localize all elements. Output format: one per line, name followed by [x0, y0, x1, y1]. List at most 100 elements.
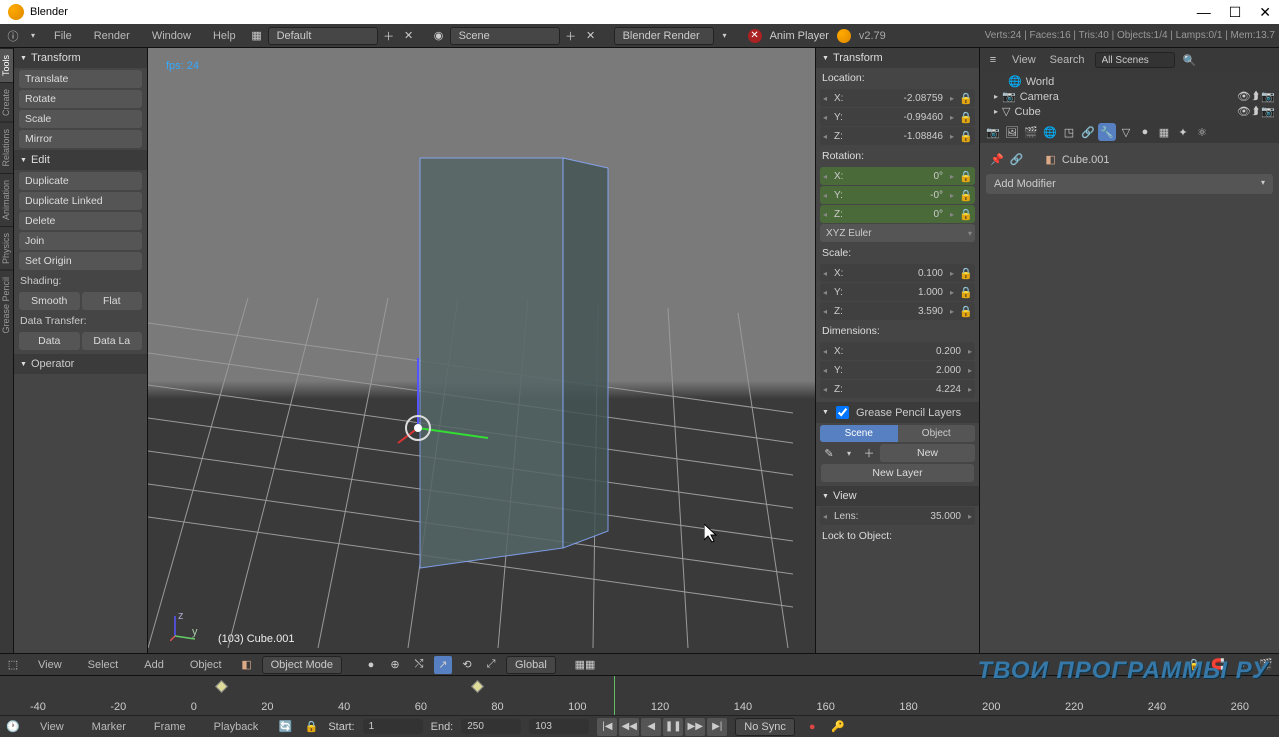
jump-end-button[interactable]: ▶| — [707, 718, 727, 736]
rotate-gizmo-icon[interactable]: ⟲ — [458, 656, 476, 674]
view-header[interactable]: View — [816, 486, 979, 506]
tl-frame[interactable]: Frame — [144, 718, 196, 736]
next-keyframe-button[interactable]: ▶▶ — [685, 718, 705, 736]
eye-icon[interactable]: 👁 — [1237, 90, 1251, 103]
add-layout-button[interactable]: ＋ — [380, 27, 398, 45]
tab-grease-pencil[interactable]: Grease Pencil — [0, 270, 13, 340]
minimize-button[interactable]: — — [1197, 4, 1211, 21]
menu-file[interactable]: File — [44, 27, 82, 45]
scene-selector[interactable]: Scene — [450, 27, 560, 45]
translate-button[interactable]: Translate — [19, 70, 142, 88]
scale-button[interactable]: Scale — [19, 110, 142, 128]
anim-player-stop-button[interactable]: ✕ — [748, 29, 762, 43]
constraints-tab-icon[interactable]: 🔗 — [1079, 123, 1097, 141]
loc-x-field[interactable]: ◂X:-2.08759▸🔒 — [820, 89, 975, 107]
scene-tab-icon[interactable]: 🎬 — [1022, 123, 1040, 141]
scale-z-field[interactable]: ◂Z:3.590▸🔒 — [820, 302, 975, 320]
outliner-cube[interactable]: ▸▽Cube 👁⮭📷 — [980, 104, 1279, 119]
tab-animation[interactable]: Animation — [0, 173, 13, 226]
eye-icon[interactable]: 👁 — [1237, 105, 1251, 118]
prev-keyframe-button[interactable]: ◀◀ — [619, 718, 639, 736]
rotate-button[interactable]: Rotate — [19, 90, 142, 108]
render-engine[interactable]: Blender Render — [614, 27, 714, 45]
edit-panel-header[interactable]: Edit — [14, 150, 147, 170]
chevron-down-icon[interactable]: ▾ — [840, 444, 858, 462]
tl-marker[interactable]: Marker — [82, 718, 136, 736]
add-scene-button[interactable]: ＋ — [562, 27, 580, 45]
outliner-search[interactable]: Search — [1046, 52, 1089, 68]
smooth-button[interactable]: Smooth — [19, 292, 80, 310]
close-button[interactable]: ✕ — [1259, 4, 1271, 21]
current-frame-field[interactable] — [529, 719, 589, 734]
operator-panel-header[interactable]: Operator — [14, 354, 147, 374]
3d-viewport[interactable]: fps: 24 — [148, 48, 815, 653]
shading-sphere-icon[interactable]: ● — [362, 656, 380, 674]
new-layer-button[interactable]: New Layer — [821, 464, 974, 482]
sync-mode[interactable]: No Sync — [735, 718, 795, 736]
menu-window[interactable]: Window — [142, 27, 201, 45]
menu-help[interactable]: Help — [203, 27, 246, 45]
data-button[interactable]: Data — [19, 332, 80, 350]
delete-scene-button[interactable]: ✕ — [582, 27, 600, 45]
search-icon[interactable]: 🔍 — [1181, 51, 1199, 69]
keyframe-icon[interactable]: 🔒 — [958, 90, 974, 106]
join-button[interactable]: Join — [19, 232, 142, 250]
render-icon[interactable]: 📷 — [1261, 105, 1275, 118]
rot-mode-select[interactable]: XYZ Euler▾ — [820, 224, 975, 242]
render-icon[interactable]: 📷 — [1261, 90, 1275, 103]
data-layout-button[interactable]: Data La — [82, 332, 143, 350]
orientation-selector[interactable]: Global — [506, 656, 556, 674]
render-layers-tab-icon[interactable]: 🖼 — [1003, 123, 1021, 141]
refresh-icon[interactable]: 🔄 — [276, 718, 294, 736]
plus-icon[interactable]: ＋ — [860, 444, 878, 462]
tab-tools[interactable]: Tools — [0, 48, 13, 82]
view3d-type-icon[interactable]: ⬚ — [4, 656, 22, 674]
keying-set-icon[interactable]: 🔑 — [829, 718, 847, 736]
lock-icon[interactable]: 🔒 — [302, 718, 320, 736]
loc-y-field[interactable]: ◂Y:-0.99460▸🔒 — [820, 108, 975, 126]
object-tab-icon[interactable]: ◳ — [1060, 123, 1078, 141]
editor-type-icon[interactable]: ⓘ — [4, 27, 22, 45]
delete-layout-button[interactable]: ✕ — [400, 27, 418, 45]
pencil-icon[interactable]: ✎ — [820, 444, 838, 462]
scene-icon[interactable]: ◉ — [430, 27, 448, 45]
set-origin-button[interactable]: Set Origin — [19, 252, 142, 270]
duplicate-linked-button[interactable]: Duplicate Linked — [19, 192, 142, 210]
texture-tab-icon[interactable]: ▦ — [1155, 123, 1173, 141]
rot-z-field[interactable]: ◂Z:0°▸🔒 — [820, 205, 975, 223]
layers-widget-icon[interactable]: ▦▦ — [576, 656, 594, 674]
outliner-filter[interactable] — [1095, 52, 1175, 68]
dim-z-field[interactable]: ◂Z:4.224▸ — [820, 380, 975, 398]
editor-type-chevron-icon[interactable]: ▾ — [24, 27, 42, 45]
rot-y-field[interactable]: ◂Y:-0°▸🔒 — [820, 186, 975, 204]
world-tab-icon[interactable]: 🌐 — [1041, 123, 1059, 141]
new-gp-button[interactable]: New — [880, 444, 975, 462]
tab-relations[interactable]: Relations — [0, 122, 13, 173]
translate-gizmo-icon[interactable]: ↗ — [434, 656, 452, 674]
pause-button[interactable]: ❚❚ — [663, 718, 683, 736]
end-frame-field[interactable] — [461, 719, 521, 734]
manipulator-toggle-icon[interactable]: ⤭ — [410, 656, 428, 674]
lens-field[interactable]: ◂Lens:35.000▸ — [820, 507, 975, 525]
autokey-icon[interactable]: ● — [803, 718, 821, 736]
gp-scene-tab[interactable]: Scene — [820, 425, 898, 442]
tl-playback[interactable]: Playback — [204, 718, 269, 736]
play-reverse-button[interactable]: ◀ — [641, 718, 661, 736]
maximize-button[interactable]: ☐ — [1229, 4, 1242, 21]
pivot-icon[interactable]: ⊕ — [386, 656, 404, 674]
grease-pencil-header[interactable]: Grease Pencil Layers — [816, 402, 979, 423]
tab-create[interactable]: Create — [0, 82, 13, 122]
rot-x-field[interactable]: ◂X:0°▸🔒 — [820, 167, 975, 185]
transform-header[interactable]: Transform — [816, 48, 979, 68]
view3d-select[interactable]: Select — [78, 656, 129, 674]
particles-tab-icon[interactable]: ✦ — [1174, 123, 1192, 141]
engine-chevron-icon[interactable]: ▾ — [716, 27, 734, 45]
cursor-icon[interactable]: ⮭ — [1253, 90, 1260, 103]
tab-physics[interactable]: Physics — [0, 226, 13, 270]
screen-layout-icon[interactable]: ▦ — [248, 27, 266, 45]
modifiers-tab-icon[interactable]: 🔧 — [1098, 123, 1116, 141]
timeline-type-icon[interactable]: 🕐 — [4, 718, 22, 736]
layout-selector[interactable]: Default — [268, 27, 378, 45]
data-tab-icon[interactable]: ▽ — [1117, 123, 1135, 141]
outliner-world[interactable]: 🌐World — [980, 74, 1279, 89]
